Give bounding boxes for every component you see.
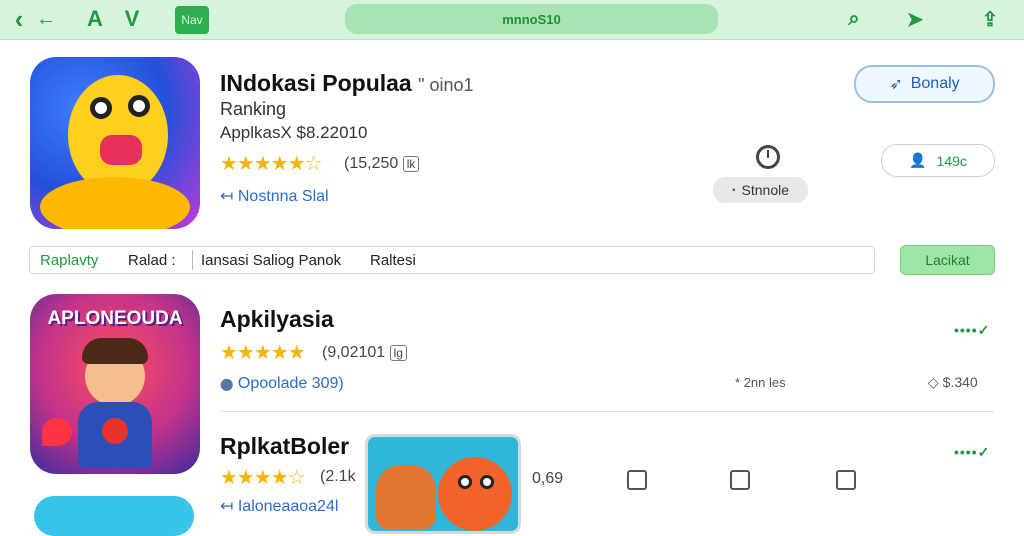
app-price: ApplkasX $8.22010: [220, 123, 368, 142]
user-icon: 👤: [909, 152, 927, 168]
app-title[interactable]: RplkatBoler: [220, 433, 349, 460]
address-bar[interactable]: mnnoS10: [345, 4, 718, 34]
filter-item-2[interactable]: Iansasi Saliog Panok: [201, 252, 341, 269]
filter-item-3[interactable]: Raltesi: [370, 252, 416, 269]
mascot-base: [40, 177, 190, 229]
status-indicator: ••••✓: [954, 444, 991, 460]
rating-count: (2.1k: [320, 468, 356, 485]
app-value: 0,69: [532, 470, 564, 487]
developer-link[interactable]: ⬤ Opoolade 309): [220, 375, 344, 393]
status-indicator: ••••✓: [954, 322, 991, 338]
status-chip-label: Stnnole: [741, 182, 790, 198]
app-meta-size: * 2nn les: [735, 375, 786, 390]
developer-link-text: Nostnna Slal: [237, 188, 329, 205]
tag-icon: ◇: [928, 374, 939, 390]
app-icon-partial[interactable]: [34, 496, 194, 536]
app-screenshot-thumbnail[interactable]: [365, 434, 521, 534]
developer-link[interactable]: ↤ Ialoneaaoa24l: [220, 496, 338, 516]
filter-item-0[interactable]: Raplavty: [40, 252, 98, 269]
app-icon-character[interactable]: APLONEOUDA: [30, 294, 200, 474]
status-chip[interactable]: ▪ Stnnole: [713, 177, 808, 203]
install-label: Bonaly: [910, 75, 960, 92]
app-meta-price-text: $.340: [942, 374, 978, 390]
install-button[interactable]: ➶ Bonaly: [854, 65, 995, 103]
users-count: 149c: [936, 152, 967, 169]
back-icon[interactable]: ‹: [8, 4, 30, 34]
rating-count: (15,250 lk: [344, 155, 420, 173]
filter-bar: Raplavty Ralad : Iansasi Saliog Panok Ra…: [29, 246, 875, 274]
logo-a-icon[interactable]: A: [82, 6, 108, 32]
link-arrow-icon: ↤: [220, 188, 234, 205]
developer-link-text: Ialoneaaoa24l: [237, 498, 339, 515]
filter-action-button[interactable]: Lacikat: [900, 245, 995, 275]
clock-icon: [756, 145, 780, 169]
app-title[interactable]: Apkilyasia: [220, 306, 334, 333]
app-title[interactable]: INdokasi Populaa " oino1: [220, 70, 474, 97]
rating-stars: ★★★★★☆: [220, 153, 323, 175]
checkbox[interactable]: [730, 470, 750, 490]
filter-divider: [192, 250, 193, 270]
app-icon-mascot[interactable]: [30, 57, 200, 229]
app-title-text: INdokasi Populaa: [220, 70, 412, 96]
logo-v-icon[interactable]: V: [120, 6, 144, 32]
mascot-eye-left: [90, 97, 112, 119]
thumb-character-right: [438, 457, 512, 531]
developer-link-text: Opoolade 309): [237, 375, 344, 392]
thumb-eye-left: [458, 475, 472, 489]
character-hair: [82, 338, 148, 364]
lock-icon: ▪: [731, 184, 736, 196]
rating-count: (9,02101 lg: [322, 344, 407, 362]
thumb-eye-right: [480, 475, 494, 489]
heart-shape: [42, 418, 72, 446]
thumb-character-left: [376, 465, 436, 529]
rating-count-text: (15,250: [344, 155, 399, 172]
share-icon[interactable]: ⇪: [978, 6, 1002, 32]
person-icon: ⬤: [220, 377, 234, 391]
top-bar: ‹ ← A V Nav mnnoS10 ⌕ ➤ ⇪: [0, 0, 1024, 40]
install-icon: ➶: [889, 76, 903, 93]
filter-item-1[interactable]: Ralad :: [128, 252, 176, 269]
rating-badge: lg: [389, 345, 407, 361]
app-meta-price: ◇ $.340: [928, 374, 978, 391]
checkbox[interactable]: [627, 470, 647, 490]
search-icon[interactable]: ⌕: [841, 6, 867, 32]
nav-button[interactable]: Nav: [175, 6, 209, 34]
rating-stars: ★★★★★: [220, 342, 306, 364]
mascot-eye-right: [128, 95, 150, 117]
app-subtitle: Ranking: [220, 99, 287, 119]
developer-link[interactable]: ↤ Nostnna Slal: [220, 186, 329, 206]
rating-badge: lk: [402, 156, 420, 172]
row-divider: [220, 411, 994, 412]
character-badge: [102, 418, 128, 444]
users-button[interactable]: 👤 149c: [881, 144, 995, 177]
app-title-suffix: " oino1: [418, 75, 474, 95]
mascot-tongue: [100, 135, 142, 165]
forward-arrow-icon[interactable]: ←: [36, 6, 56, 32]
send-icon[interactable]: ➤: [902, 6, 928, 32]
link-arrow-icon: ↤: [220, 498, 234, 515]
checkbox[interactable]: [836, 470, 856, 490]
rating-count-text: (9,02101: [322, 344, 386, 361]
rating-stars: ★★★★☆: [220, 467, 306, 489]
app-icon-text: APLONEOUDA: [47, 308, 183, 329]
